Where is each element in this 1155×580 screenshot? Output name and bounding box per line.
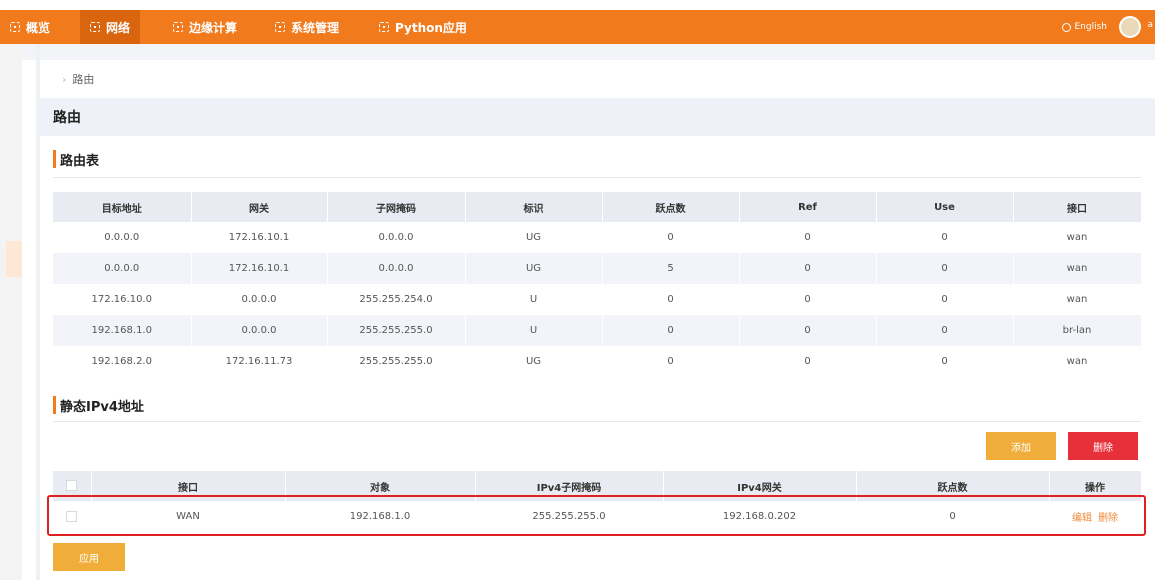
table-cell: 192.168.2.0 xyxy=(53,346,192,377)
table-cell: br-lan xyxy=(1013,315,1142,346)
language-switch[interactable]: English xyxy=(1061,10,1108,44)
nav-edge-computing[interactable]: 边缘计算 xyxy=(163,10,247,44)
table-cell: 0 xyxy=(876,284,1014,315)
delete-button[interactable]: 删除 xyxy=(1068,432,1138,460)
table-cell: wan xyxy=(1013,253,1142,284)
table-cell: 0 xyxy=(602,346,740,377)
table-cell: 5 xyxy=(602,253,740,284)
language-label: English xyxy=(1074,22,1108,32)
table-row: 0.0.0.0 172.16.10.1 0.0.0.0 UG 0 0 0 wan xyxy=(53,222,1142,253)
column-header: 标识 xyxy=(465,192,603,222)
table-cell: U xyxy=(465,315,603,346)
table-cell: U xyxy=(465,284,603,315)
nav-overview[interactable]: 概览 xyxy=(0,10,60,44)
table-row: 172.16.10.0 0.0.0.0 255.255.254.0 U 0 0 0 wan xyxy=(53,284,1142,315)
table-cell: 172.16.10.1 xyxy=(191,222,328,253)
table-cell: 0.0.0.0 xyxy=(327,222,466,253)
table-row: 192.168.2.0 172.16.11.73 255.255.255.0 UG 0 0… xyxy=(53,346,1142,377)
table-cell: 172.16.10.0 xyxy=(53,284,192,315)
table-cell: wan xyxy=(1013,346,1142,377)
column-header: Use xyxy=(876,192,1014,222)
table-cell: 0 xyxy=(876,346,1014,377)
nav-overview-icon xyxy=(10,22,20,32)
username-initial: a xyxy=(1147,20,1153,30)
nav-system-management[interactable]: 系统管理 xyxy=(265,10,349,44)
table-cell: 0 xyxy=(876,253,1014,284)
table-cell: UG xyxy=(465,346,603,377)
table-cell: 0 xyxy=(876,222,1014,253)
column-header: 网关 xyxy=(191,192,328,222)
table-cell: 0 xyxy=(602,315,740,346)
table-row: 192.168.1.0 0.0.0.0 255.255.255.0 U 0 0 0 br-la… xyxy=(53,315,1142,346)
table-cell: 0 xyxy=(739,346,877,377)
nav-label: 网络 xyxy=(106,20,131,35)
top-nav-bar: 概览 网络 边缘计算 系统管理 Python应用 English a xyxy=(0,10,1155,44)
column-header: 目标地址 xyxy=(53,192,192,222)
table-cell: UG xyxy=(465,253,603,284)
chevron-right-icon: › xyxy=(62,72,67,86)
table-cell: UG xyxy=(465,222,603,253)
table-cell: 0.0.0.0 xyxy=(191,315,328,346)
nav-python-apps[interactable]: Python应用 xyxy=(369,10,477,44)
table-cell: 0 xyxy=(602,284,740,315)
add-button[interactable]: 添加 xyxy=(986,432,1056,460)
route-table: 目标地址 网关 子网掩码 标识 跃点数 Ref Use 接口 0.0.0.0 172.16.10… xyxy=(53,192,1142,377)
table-cell: 0 xyxy=(739,315,877,346)
table-cell: 0.0.0.0 xyxy=(191,284,328,315)
nav-edge-icon xyxy=(173,22,183,32)
table-cell: 0 xyxy=(602,222,740,253)
column-header: 子网掩码 xyxy=(327,192,466,222)
table-cell: 0.0.0.0 xyxy=(327,253,466,284)
table-cell: wan xyxy=(1013,284,1142,315)
nav-network[interactable]: 网络 xyxy=(80,10,141,44)
select-all-checkbox[interactable] xyxy=(66,480,78,492)
highlight-annotation-box xyxy=(47,495,1146,536)
avatar[interactable] xyxy=(1119,16,1141,38)
table-header-row: 目标地址 网关 子网掩码 标识 跃点数 Ref Use 接口 xyxy=(53,192,1142,222)
column-header: 跃点数 xyxy=(602,192,740,222)
table-cell: 0 xyxy=(739,222,877,253)
nav-network-icon xyxy=(90,22,100,32)
column-header: Ref xyxy=(739,192,877,222)
nav-label: 边缘计算 xyxy=(189,20,238,35)
static-ipv4-heading: 静态IPv4地址 xyxy=(53,396,144,415)
breadcrumb: › 路由 xyxy=(40,60,1155,98)
globe-icon xyxy=(1061,22,1071,32)
route-table-heading: 路由表 xyxy=(53,150,99,169)
page-title: 路由 xyxy=(40,98,1155,136)
table-cell: 0 xyxy=(876,315,1014,346)
table-cell: 172.16.10.1 xyxy=(191,253,328,284)
table-cell: wan xyxy=(1013,222,1142,253)
table-cell: 192.168.1.0 xyxy=(53,315,192,346)
column-header: 接口 xyxy=(1013,192,1142,222)
content-top-band xyxy=(22,44,1155,60)
table-cell: 255.255.255.0 xyxy=(327,315,466,346)
table-cell: 255.255.255.0 xyxy=(327,346,466,377)
breadcrumb-current[interactable]: 路由 xyxy=(72,71,94,87)
nav-system-icon xyxy=(275,22,285,32)
nav-label: 系统管理 xyxy=(291,20,340,35)
divider xyxy=(53,177,1141,178)
nav-label: Python应用 xyxy=(395,20,467,35)
table-cell: 255.255.254.0 xyxy=(327,284,466,315)
nav-label: 概览 xyxy=(26,20,51,35)
table-cell: 0.0.0.0 xyxy=(53,222,192,253)
divider xyxy=(53,421,1141,422)
table-cell: 0.0.0.0 xyxy=(53,253,192,284)
nav-python-icon xyxy=(379,22,389,32)
table-cell: 172.16.11.73 xyxy=(191,346,328,377)
apply-button[interactable]: 应用 xyxy=(53,543,125,571)
table-cell: 0 xyxy=(739,284,877,315)
table-cell: 0 xyxy=(739,253,877,284)
table-row: 0.0.0.0 172.16.10.1 0.0.0.0 UG 5 0 0 wan xyxy=(53,253,1142,284)
sidebar-collapse-handle[interactable] xyxy=(6,241,22,277)
left-sidebar xyxy=(0,44,22,580)
